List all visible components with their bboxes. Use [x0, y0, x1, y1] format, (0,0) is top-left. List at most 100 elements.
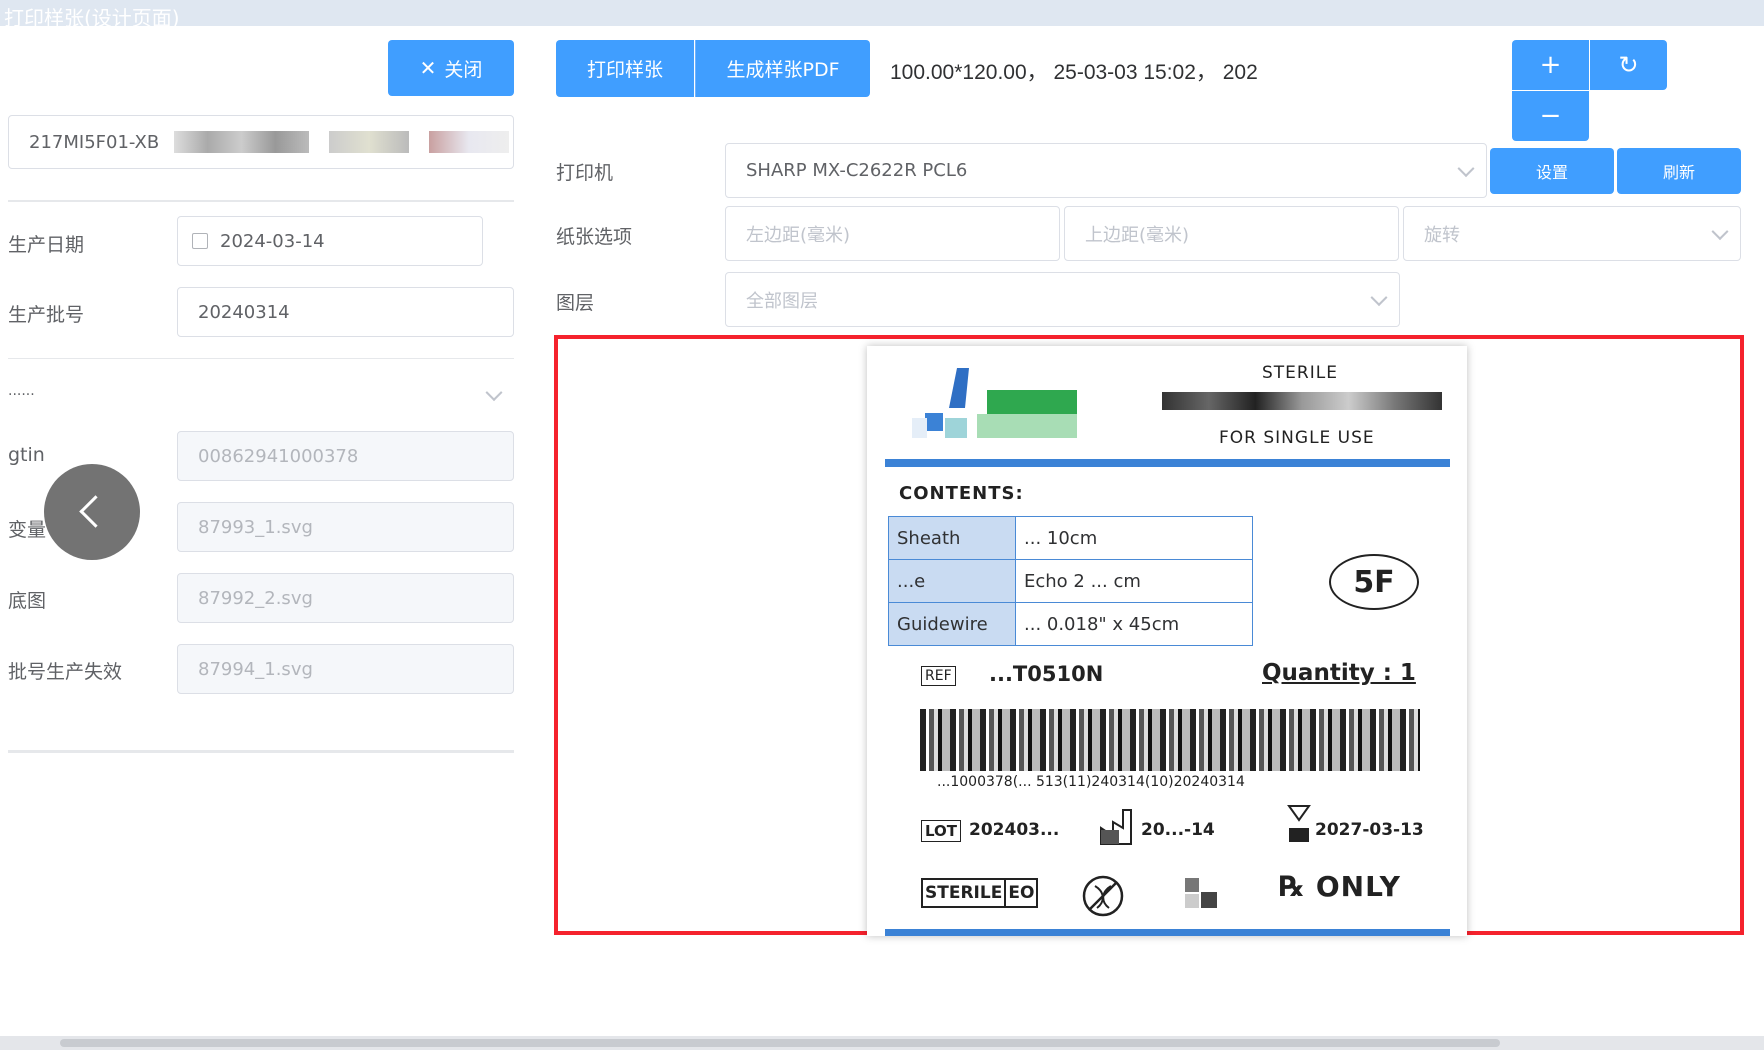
window-title: 打印样张(设计页面): [4, 6, 180, 30]
base-image-input[interactable]: 87992_2.svg: [177, 573, 514, 623]
close-button-label: 关闭: [444, 58, 483, 81]
sterile-eo-text: STERILE: [925, 883, 1003, 903]
product-code-value: 217MI5F01-XB: [29, 131, 160, 153]
collapse-section-title: ......: [8, 383, 35, 399]
gtin-input[interactable]: 00862941000378: [177, 431, 514, 481]
label-canvas: STERILE FOR SINGLE USE CONTENTS: Sheath …: [867, 346, 1467, 936]
generate-pdf-label: 生成样张PDF: [726, 59, 840, 81]
barcode-text: ...1000378(... 513(11)240314(10)20240314: [937, 774, 1245, 790]
top-margin-input[interactable]: 上边距(毫米): [1064, 206, 1399, 261]
rx-only-text: ℞ ONLY: [1279, 870, 1401, 903]
zoom-out-button[interactable]: −: [1512, 91, 1589, 141]
window-title-bar: 打印样张(设计页面): [0, 0, 1764, 30]
printer-label: 打印机: [556, 162, 614, 184]
product-code-field[interactable]: 217MI5F01-XB: [8, 115, 514, 169]
chevron-down-icon: [1370, 288, 1388, 306]
generate-pdf-button[interactable]: 生成样张PDF: [695, 40, 870, 97]
batch-number-value: 20240314: [198, 301, 290, 323]
table-row: Sheath ... 10cm: [888, 516, 1253, 560]
variable-input[interactable]: 87993_1.svg: [177, 502, 514, 552]
batch-expiry-label: 批号生产失效: [8, 661, 123, 683]
refresh-view-button[interactable]: ↻: [1590, 40, 1667, 90]
sterile-eo-symbol: STERILE EO: [921, 878, 1039, 908]
plus-icon: +: [1539, 50, 1562, 80]
size-badge: 5F: [1329, 554, 1419, 610]
ifu-icon: [1179, 872, 1223, 916]
left-margin-placeholder: 左边距(毫米): [746, 224, 851, 246]
rotate-select[interactable]: 旋转: [1403, 206, 1741, 261]
brand-logo: [897, 368, 1087, 448]
quantity-text: Quantity : 1: [1262, 660, 1416, 686]
print-sample-label: 打印样张: [586, 59, 663, 81]
table-cell: Guidewire: [888, 602, 1016, 646]
printer-refresh-label: 刷新: [1662, 163, 1695, 182]
print-info-text: 100.00*120.00， 25-03-03 15:02， 202: [890, 61, 1258, 84]
chevron-left-icon: [79, 495, 112, 528]
do-not-reuse-icon: [1081, 874, 1125, 918]
divider: [8, 750, 514, 753]
gtin-value: 00862941000378: [198, 445, 359, 467]
close-button[interactable]: ✕ 关闭: [388, 40, 514, 96]
lot-value: 202403...: [969, 820, 1060, 840]
left-margin-input[interactable]: 左边距(毫米): [725, 206, 1060, 261]
manufacture-date-icon: [1099, 808, 1135, 846]
variable-value: 87993_1.svg: [198, 516, 313, 538]
variable-label: 变量: [8, 519, 47, 541]
label-rule: [885, 929, 1450, 936]
print-sample-button[interactable]: 打印样张: [556, 40, 694, 97]
batch-number-input[interactable]: 20240314: [177, 287, 514, 337]
table-cell: ...e: [888, 559, 1016, 603]
expiry-date-icon: [1287, 804, 1311, 844]
rotate-placeholder: 旋转: [1424, 224, 1460, 246]
label-rule: [885, 459, 1450, 467]
divider: [8, 200, 514, 202]
sterile-text: STERILE: [1262, 363, 1338, 383]
chevron-down-icon: [1457, 159, 1475, 177]
layer-placeholder: 全部图层: [746, 290, 818, 312]
table-row: ...e Echo 2 ... cm: [888, 559, 1253, 603]
table-cell: Sheath: [888, 516, 1016, 560]
layer-label: 图层: [556, 292, 595, 314]
back-button[interactable]: [44, 464, 140, 560]
barcode: [920, 709, 1420, 771]
layer-select[interactable]: 全部图层: [725, 272, 1400, 327]
table-row: Guidewire ... 0.018" x 45cm: [888, 602, 1253, 646]
zoom-in-button[interactable]: +: [1512, 40, 1589, 90]
printer-setup-label: 设置: [1535, 163, 1568, 182]
calendar-icon: [192, 233, 208, 249]
redacted-block: [429, 131, 509, 153]
minus-icon: −: [1539, 101, 1562, 131]
contents-title: CONTENTS:: [899, 483, 1024, 504]
batch-expiry-input[interactable]: 87994_1.svg: [177, 644, 514, 694]
printer-refresh-button[interactable]: 刷新: [1617, 148, 1741, 194]
top-margin-placeholder: 上边距(毫米): [1085, 224, 1190, 246]
base-image-label: 底图: [8, 590, 47, 612]
production-date-label: 生产日期: [8, 234, 85, 256]
contents-table: Sheath ... 10cm ...e Echo 2 ... cm Guide…: [888, 516, 1253, 646]
chevron-down-icon: [1711, 222, 1729, 240]
horizontal-scrollbar[interactable]: [0, 1036, 1764, 1050]
printer-setup-button[interactable]: 设置: [1490, 148, 1614, 194]
production-date-picker[interactable]: 2024-03-14: [177, 216, 483, 266]
redacted-block: [1162, 392, 1442, 410]
table-cell: ... 0.018" x 45cm: [1015, 602, 1253, 646]
production-date-value: 2024-03-14: [220, 230, 325, 252]
gtin-label: gtin: [8, 444, 45, 466]
ref-value: ...T0510N: [989, 662, 1104, 686]
ref-symbol: REF: [921, 666, 956, 686]
table-cell: ... 10cm: [1015, 516, 1253, 560]
collapse-section-header[interactable]: ......: [8, 375, 514, 415]
sterile-eo-method: EO: [1004, 880, 1036, 906]
paper-options-label: 纸张选项: [556, 226, 633, 248]
table-cell: Echo 2 ... cm: [1015, 559, 1253, 603]
manufacture-date-value: 20...-14: [1141, 820, 1215, 840]
redacted-block: [174, 131, 309, 153]
base-image-value: 87992_2.svg: [198, 587, 313, 609]
redacted-block: [329, 131, 409, 153]
batch-number-label: 生产批号: [8, 304, 85, 326]
scrollbar-thumb[interactable]: [60, 1039, 1500, 1047]
printer-select[interactable]: SHARP MX-C2622R PCL6: [725, 143, 1487, 198]
batch-expiry-value: 87994_1.svg: [198, 658, 313, 680]
single-use-text: FOR SINGLE USE: [1219, 428, 1375, 448]
close-icon: ✕: [419, 56, 437, 80]
